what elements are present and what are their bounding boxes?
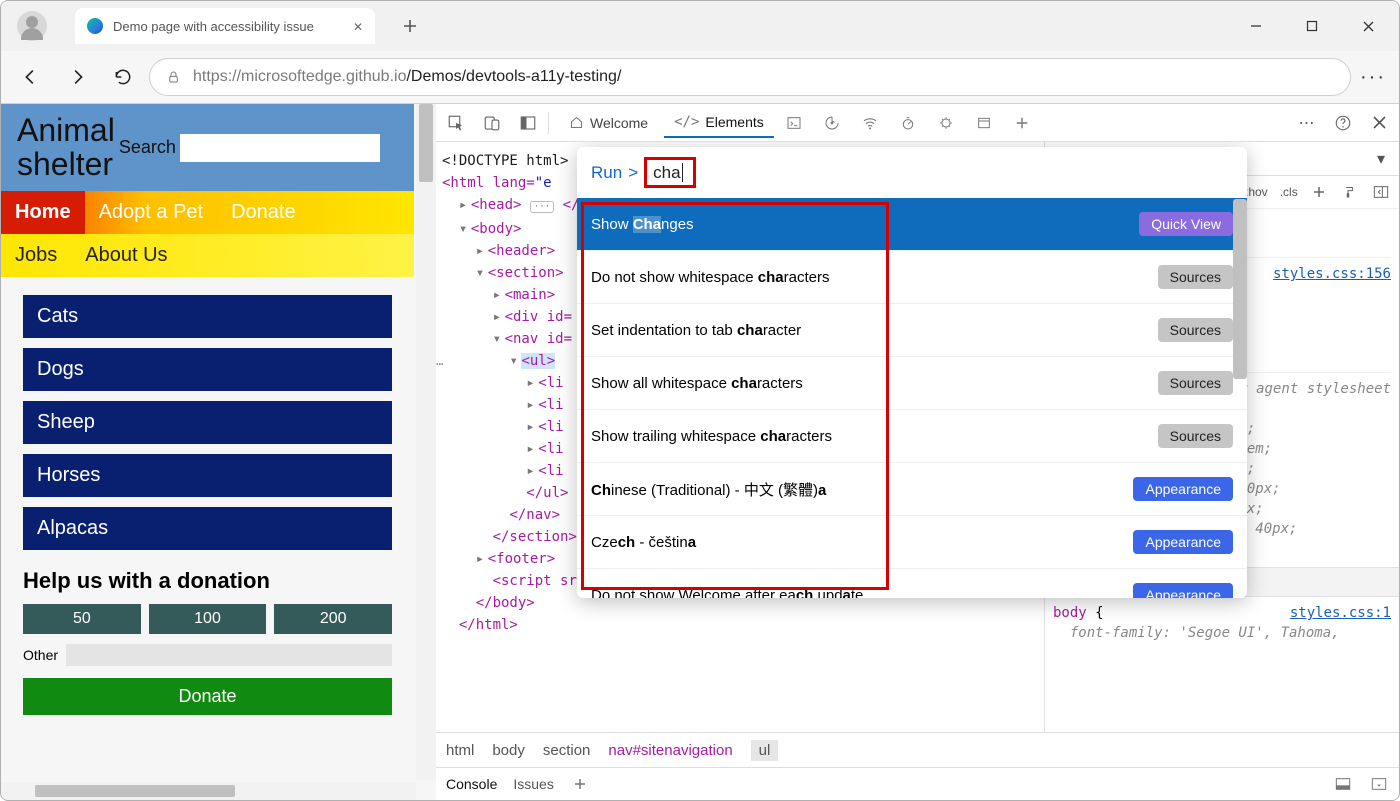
command-run-label: Run [591,163,622,183]
back-button[interactable] [11,57,51,97]
sidebar-item-sheep[interactable]: Sheep [23,401,392,444]
memory-tab-icon[interactable] [936,113,956,133]
nav-home[interactable]: Home [1,191,85,234]
stylesheet-link-1[interactable]: styles.css:156 [1273,264,1391,284]
sidebar-item-cats[interactable]: Cats [23,295,392,338]
nav-adopt[interactable]: Adopt a Pet [85,191,218,234]
page-vertical-scrollbar[interactable] [416,104,436,780]
command-menu[interactable]: Run > cha Show ChangesQuick ViewDo not s… [577,147,1247,598]
command-item[interactable]: Show ChangesQuick View [577,198,1247,250]
browser-menu-button[interactable]: ··· [1357,66,1389,89]
site-title-line1: Animal [17,114,115,148]
command-badge: Appearance [1133,530,1233,554]
command-badge: Sources [1158,318,1233,342]
sidebar-toggle-icon[interactable] [1372,182,1391,202]
sidebar-item-horses[interactable]: Horses [23,454,392,497]
home-icon [569,115,584,130]
drawer-issues-tab[interactable]: Issues [513,776,553,792]
refresh-button[interactable] [103,57,143,97]
search-label: Search [119,137,176,158]
forward-button[interactable] [57,57,97,97]
command-item[interactable]: Do not show whitespace charactersSources [577,250,1247,303]
drawer-console-tab[interactable]: Console [446,776,497,792]
close-window-button[interactable] [1345,9,1391,43]
new-tab-button[interactable] [393,9,427,43]
donation-200-button[interactable]: 200 [274,604,392,634]
donation-other-input[interactable] [66,644,392,666]
code-icon: </> [674,114,699,130]
donation-50-button[interactable]: 50 [23,604,141,634]
close-devtools-icon[interactable] [1369,113,1389,133]
devtools-panel: Welcome </>Elements [436,104,1399,800]
network-tab-icon[interactable] [860,113,880,133]
lock-icon [166,69,181,85]
search-input[interactable] [180,134,380,162]
dock-icon[interactable] [518,113,538,133]
profile-avatar[interactable] [17,11,47,41]
browser-tab[interactable]: Demo page with accessibility issue [75,8,375,44]
maximize-button[interactable] [1289,9,1335,43]
sidebar-item-dogs[interactable]: Dogs [23,348,392,391]
sidebar-item-alpacas[interactable]: Alpacas [23,507,392,550]
command-badge: Sources [1158,265,1233,289]
cls-toggle[interactable]: .cls [1280,185,1298,199]
donation-100-button[interactable]: 100 [149,604,267,634]
title-bar: Demo page with accessibility issue [1,1,1399,51]
command-badge: Appearance [1133,477,1233,501]
styles-more-icon[interactable]: ▾ [1371,149,1391,169]
donation-heading: Help us with a donation [1,550,414,598]
page-viewport: Animal shelter Search Home Adopt a Pet D… [1,104,436,800]
donate-button[interactable]: Donate [23,678,392,715]
command-input[interactable]: cha [653,163,680,182]
tab-welcome[interactable]: Welcome [559,109,658,137]
drawer-add-icon[interactable] [570,774,590,794]
new-style-rule-icon[interactable] [1310,182,1329,202]
command-item[interactable]: Do not show Welcome after each updateApp… [577,568,1247,598]
stylesheet-link-2[interactable]: styles.css:1 [1290,603,1391,623]
command-item[interactable]: Set indentation to tab characterSources [577,303,1247,356]
tab-elements[interactable]: </>Elements [664,108,774,138]
close-tab-icon[interactable] [353,18,363,34]
command-badge: Quick View [1139,212,1233,236]
url-field[interactable]: https://microsoftedge.github.io/Demos/de… [149,58,1351,96]
hov-toggle[interactable]: :hov [1245,185,1268,199]
performance-tab-icon[interactable] [898,113,918,133]
command-item[interactable]: Chinese (Traditional) - 中文 (繁體)aAppearan… [577,462,1247,515]
paint-icon[interactable] [1341,182,1360,202]
command-menu-scrollbar[interactable] [1233,199,1247,379]
nav-jobs[interactable]: Jobs [1,234,71,277]
command-item[interactable]: Show trailing whitespace charactersSourc… [577,409,1247,462]
dom-breadcrumb[interactable]: html body section nav#sitenavigation ul [436,732,1399,768]
edge-favicon [87,18,103,34]
add-panel-icon[interactable] [1012,113,1032,133]
drawer-expand-icon[interactable] [1369,774,1389,794]
nav-donate[interactable]: Donate [217,191,310,234]
console-tab-icon[interactable] [784,113,804,133]
nav-about[interactable]: About Us [71,234,181,277]
command-badge: Appearance [1133,583,1233,598]
minimize-button[interactable] [1233,9,1279,43]
inspect-icon[interactable] [446,113,466,133]
command-item[interactable]: Czech - češtinaAppearance [577,515,1247,568]
command-badge: Sources [1158,424,1233,448]
tab-title: Demo page with accessibility issue [113,19,343,34]
device-toggle-icon[interactable] [482,113,502,133]
sources-tab-icon[interactable] [822,113,842,133]
command-badge: Sources [1158,371,1233,395]
donation-other-label: Other [23,647,58,663]
site-title-line2: shelter [17,148,115,182]
drawer-dock-icon[interactable] [1333,774,1353,794]
command-item[interactable]: Show all whitespace charactersSources [577,356,1247,409]
application-tab-icon[interactable] [974,113,994,133]
help-icon[interactable] [1333,113,1353,133]
address-bar: https://microsoftedge.github.io/Demos/de… [1,51,1399,103]
page-horizontal-scrollbar[interactable] [1,782,416,800]
devtools-overflow-button[interactable] [1297,113,1317,133]
